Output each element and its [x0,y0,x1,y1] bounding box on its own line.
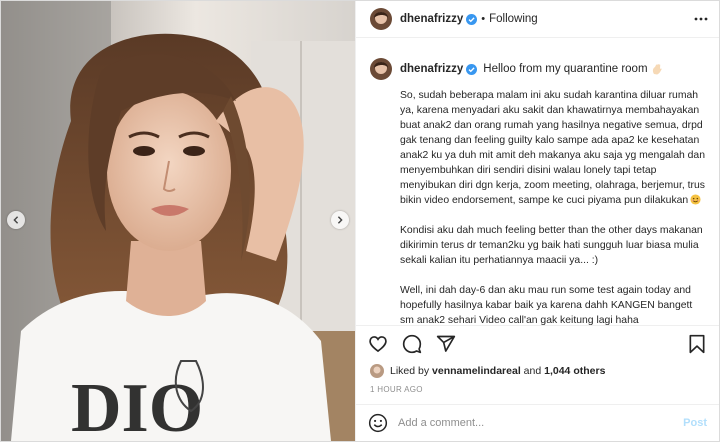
separator-dot: • [481,13,486,25]
emoji-icon[interactable] [368,413,388,433]
liker-avatar[interactable] [370,364,384,378]
post-timestamp[interactable]: 1 HOUR AGO [356,381,719,404]
post-photo[interactable]: DIO [1,1,355,441]
caption-paragraph: Kondisi aku dah much feeling better than… [400,225,703,266]
more-options-icon[interactable] [693,11,709,27]
caption-headline: Helloo from my quarantine room [483,63,648,75]
author-avatar[interactable] [370,8,392,30]
likes-prefix: Liked by [390,365,430,377]
share-icon[interactable] [436,334,456,354]
chevron-right-icon [337,216,343,224]
caption-section: dhenafrizzy Helloo from my quarantine ro… [356,38,719,325]
caption-paragraph: So, sudah beberapa malam ini aku sudah k… [400,88,705,208]
avatar-image [370,58,392,80]
heart-icon[interactable] [368,334,388,354]
author-username[interactable]: dhenafrizzy [400,13,463,25]
post-details-panel: dhenafrizzy • Following dhenafrizzy Hell… [355,1,719,441]
caption-author-avatar[interactable] [370,58,392,80]
post-comment-button[interactable]: Post [683,417,707,429]
following-status[interactable]: Following [489,13,538,25]
chevron-left-icon [13,216,19,224]
next-image-button[interactable] [331,211,349,229]
likes-count[interactable]: 1,044 others [544,365,605,377]
likes-summary: Liked by vennamelindareal and 1,044 othe… [356,361,719,381]
avatar-image [370,8,392,30]
likes-conjunction: and [523,365,542,377]
liker-username[interactable]: vennamelindareal [432,365,521,377]
smiling-face-emoji-icon [690,194,701,205]
avatar-image [370,364,384,378]
caption-header: dhenafrizzy Helloo from my quarantine ro… [370,58,705,80]
previous-image-button[interactable] [7,211,25,229]
bookmark-icon[interactable] [687,334,707,354]
caption-paragraph: Well, ini dah day-6 dan aku mau run some… [400,285,693,325]
caption-username[interactable]: dhenafrizzy [400,63,463,75]
caption-body: So, sudah beberapa malam ini aku sudah k… [400,88,705,325]
post-header: dhenafrizzy • Following [356,1,719,38]
comment-input[interactable] [398,417,684,429]
comment-bar: Post [356,404,719,441]
caption-paragraph-text: So, sudah beberapa malam ini aku sudah k… [400,90,705,206]
action-bar [356,325,719,361]
instagram-post: DIO dhenafrizzy • Following dhenafrizzy … [0,0,720,442]
comment-icon[interactable] [402,334,422,354]
verified-badge-icon [466,63,478,75]
verified-badge-icon [466,13,478,25]
selfie-photo: DIO [1,1,355,441]
waving-hand-emoji-icon [652,63,662,75]
